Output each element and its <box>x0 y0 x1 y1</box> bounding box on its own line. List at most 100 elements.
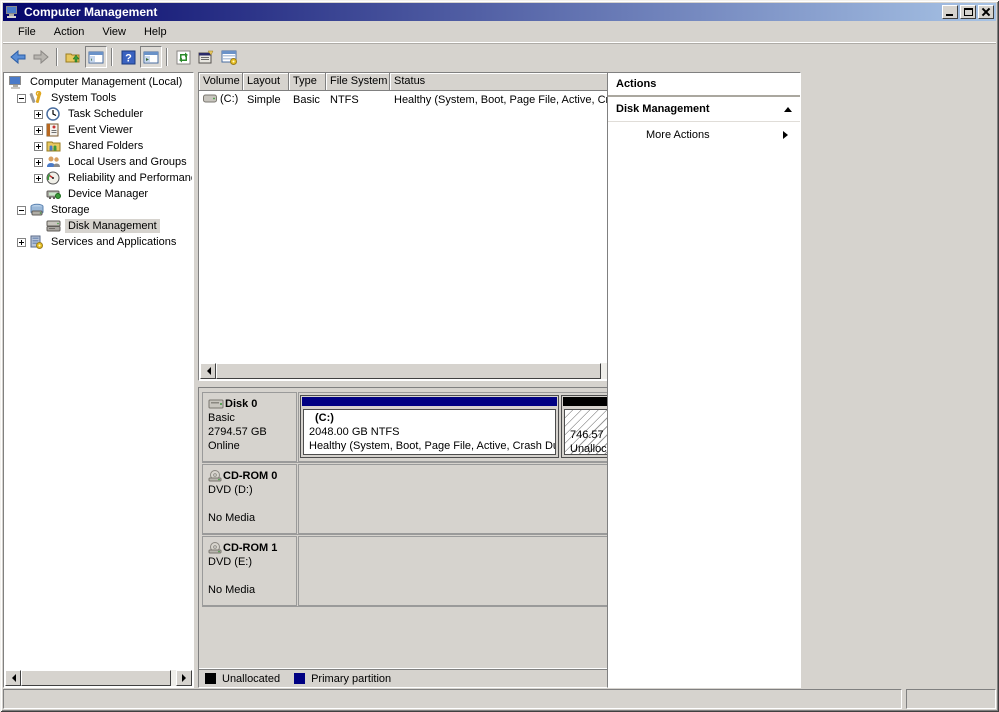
expand-icon[interactable] <box>17 238 26 247</box>
show-action-pane-button[interactable] <box>140 46 162 68</box>
window-title: Computer Management <box>24 5 940 19</box>
task-scheduler-icon <box>46 107 62 121</box>
actions-panel-title: Actions <box>608 73 800 97</box>
menu-bar: File Action View Help <box>3 21 996 43</box>
help-button[interactable]: ? <box>117 46 139 68</box>
expand-icon[interactable] <box>34 142 43 151</box>
tree-item-services-and-applications[interactable]: Services and Applications <box>5 234 192 250</box>
tree-item-label: Computer Management (Local) <box>27 75 185 89</box>
scroll-left-button[interactable] <box>200 363 216 379</box>
refresh-icon <box>176 50 191 65</box>
actions-section-label: Disk Management <box>616 103 784 115</box>
disk-kind: Basic <box>208 411 291 425</box>
expand-icon[interactable] <box>34 110 43 119</box>
expand-icon[interactable] <box>34 174 43 183</box>
tree-item-task-scheduler[interactable]: Task Scheduler <box>5 106 192 122</box>
console-window-button[interactable] <box>218 46 240 68</box>
tree-item-label: Shared Folders <box>65 139 146 153</box>
volume-layout: Simple <box>243 93 289 107</box>
collapse-up-icon[interactable] <box>784 103 792 112</box>
disk-0-header[interactable]: Disk 0 Basic 2794.57 GB Online <box>202 392 297 462</box>
column-header-file-system[interactable]: File System <box>326 73 390 91</box>
tree-item-label: Storage <box>48 203 93 217</box>
tree-item-system-tools[interactable]: System Tools <box>5 90 192 106</box>
actions-section-disk-management[interactable]: Disk Management <box>608 97 800 122</box>
device-manager-icon <box>46 187 62 201</box>
tree-item-label: Device Manager <box>65 187 151 201</box>
status-grip-panel <box>906 689 996 709</box>
tree-item-event-viewer[interactable]: Event Viewer <box>5 122 192 138</box>
services-icon <box>29 235 45 249</box>
menu-action[interactable]: Action <box>45 23 94 41</box>
partition-status: Healthy (System, Boot, Page File, Active… <box>309 439 550 453</box>
collapse-icon[interactable] <box>17 206 26 215</box>
volume-type: Basic <box>289 93 326 107</box>
tree-item-label: Reliability and Performanc <box>65 171 192 185</box>
storage-icon <box>29 203 45 217</box>
volume-name: (C:) <box>220 93 238 105</box>
tree-item-local-users-and-groups[interactable]: Local Users and Groups <box>5 154 192 170</box>
scroll-thumb[interactable] <box>21 670 171 686</box>
system-tools-icon <box>29 91 45 105</box>
computer-management-window: Computer Management File Action View Hel… <box>0 0 999 712</box>
title-bar[interactable]: Computer Management <box>3 3 996 21</box>
cdrom-name: CD-ROM 1 <box>223 541 277 555</box>
refresh-button[interactable] <box>172 46 194 68</box>
show-console-tree-button[interactable] <box>85 46 107 68</box>
cdrom-0-header[interactable]: CD-ROM 0 DVD (D:) No Media <box>202 464 297 534</box>
tree-item-shared-folders[interactable]: Shared Folders <box>5 138 192 154</box>
maximize-icon <box>964 8 973 16</box>
shared-folders-icon <box>46 139 62 153</box>
cdrom-name: CD-ROM 0 <box>223 469 277 483</box>
tree-item-label: Disk Management <box>65 219 160 233</box>
volume-icon <box>203 94 217 103</box>
partition-detail: 2048.00 GB NTFS <box>309 425 550 439</box>
expand-icon[interactable] <box>34 126 43 135</box>
up-folder-button[interactable] <box>62 46 84 68</box>
partition-c[interactable]: (C:) 2048.00 GB NTFS Healthy (System, Bo… <box>300 395 559 458</box>
svg-text:?: ? <box>125 52 132 64</box>
forward-button[interactable] <box>30 46 52 68</box>
expand-icon[interactable] <box>34 158 43 167</box>
cdrom-1-header[interactable]: CD-ROM 1 DVD (E:) No Media <box>202 536 297 606</box>
menu-help[interactable]: Help <box>135 23 176 41</box>
partition-label: (C:) <box>309 411 550 425</box>
disk-status: Online <box>208 439 291 453</box>
column-header-layout[interactable]: Layout <box>243 73 289 91</box>
scroll-left-button[interactable] <box>5 670 21 686</box>
close-button[interactable] <box>978 5 994 19</box>
arrow-right-icon <box>182 674 190 682</box>
volume-file-system: NTFS <box>326 93 390 107</box>
cdrom-status: No Media <box>208 583 291 597</box>
toolbar-separator <box>56 48 58 66</box>
tree-item-disk-management[interactable]: Disk Management <box>5 218 192 234</box>
cdrom-drive: DVD (D:) <box>208 483 291 497</box>
tree-item-label: Event Viewer <box>65 123 136 137</box>
main-area: Computer Management (Local) System Tools… <box>3 70 996 688</box>
column-header-type[interactable]: Type <box>289 73 326 91</box>
tree-item-device-manager[interactable]: Device Manager <box>5 186 192 202</box>
scroll-right-button[interactable] <box>176 670 192 686</box>
tree-item-storage[interactable]: Storage <box>5 202 192 218</box>
maximize-button[interactable] <box>960 5 976 19</box>
arrow-left-icon <box>8 674 16 682</box>
help-icon: ? <box>121 50 136 65</box>
collapse-icon[interactable] <box>17 94 26 103</box>
cd-icon <box>208 470 222 482</box>
disk-size: 2794.57 GB <box>208 425 291 439</box>
properties-icon <box>198 50 214 65</box>
back-button[interactable] <box>7 46 29 68</box>
menu-file[interactable]: File <box>9 23 45 41</box>
actions-panel: Actions Disk Management More Actions <box>607 72 801 688</box>
toolbar-separator <box>166 48 168 66</box>
tree-item-computer-management[interactable]: Computer Management (Local) <box>5 74 192 90</box>
tree-item-reliability-and-performance[interactable]: Reliability and Performanc <box>5 170 192 186</box>
tree-horizontal-scrollbar[interactable] <box>5 670 192 686</box>
column-header-volume[interactable]: Volume <box>199 73 243 91</box>
scroll-thumb[interactable] <box>216 363 601 379</box>
more-actions-item[interactable]: More Actions <box>608 122 800 148</box>
minimize-button[interactable] <box>942 5 958 19</box>
console-window-icon <box>221 50 238 65</box>
properties-button[interactable] <box>195 46 217 68</box>
menu-view[interactable]: View <box>93 23 135 41</box>
